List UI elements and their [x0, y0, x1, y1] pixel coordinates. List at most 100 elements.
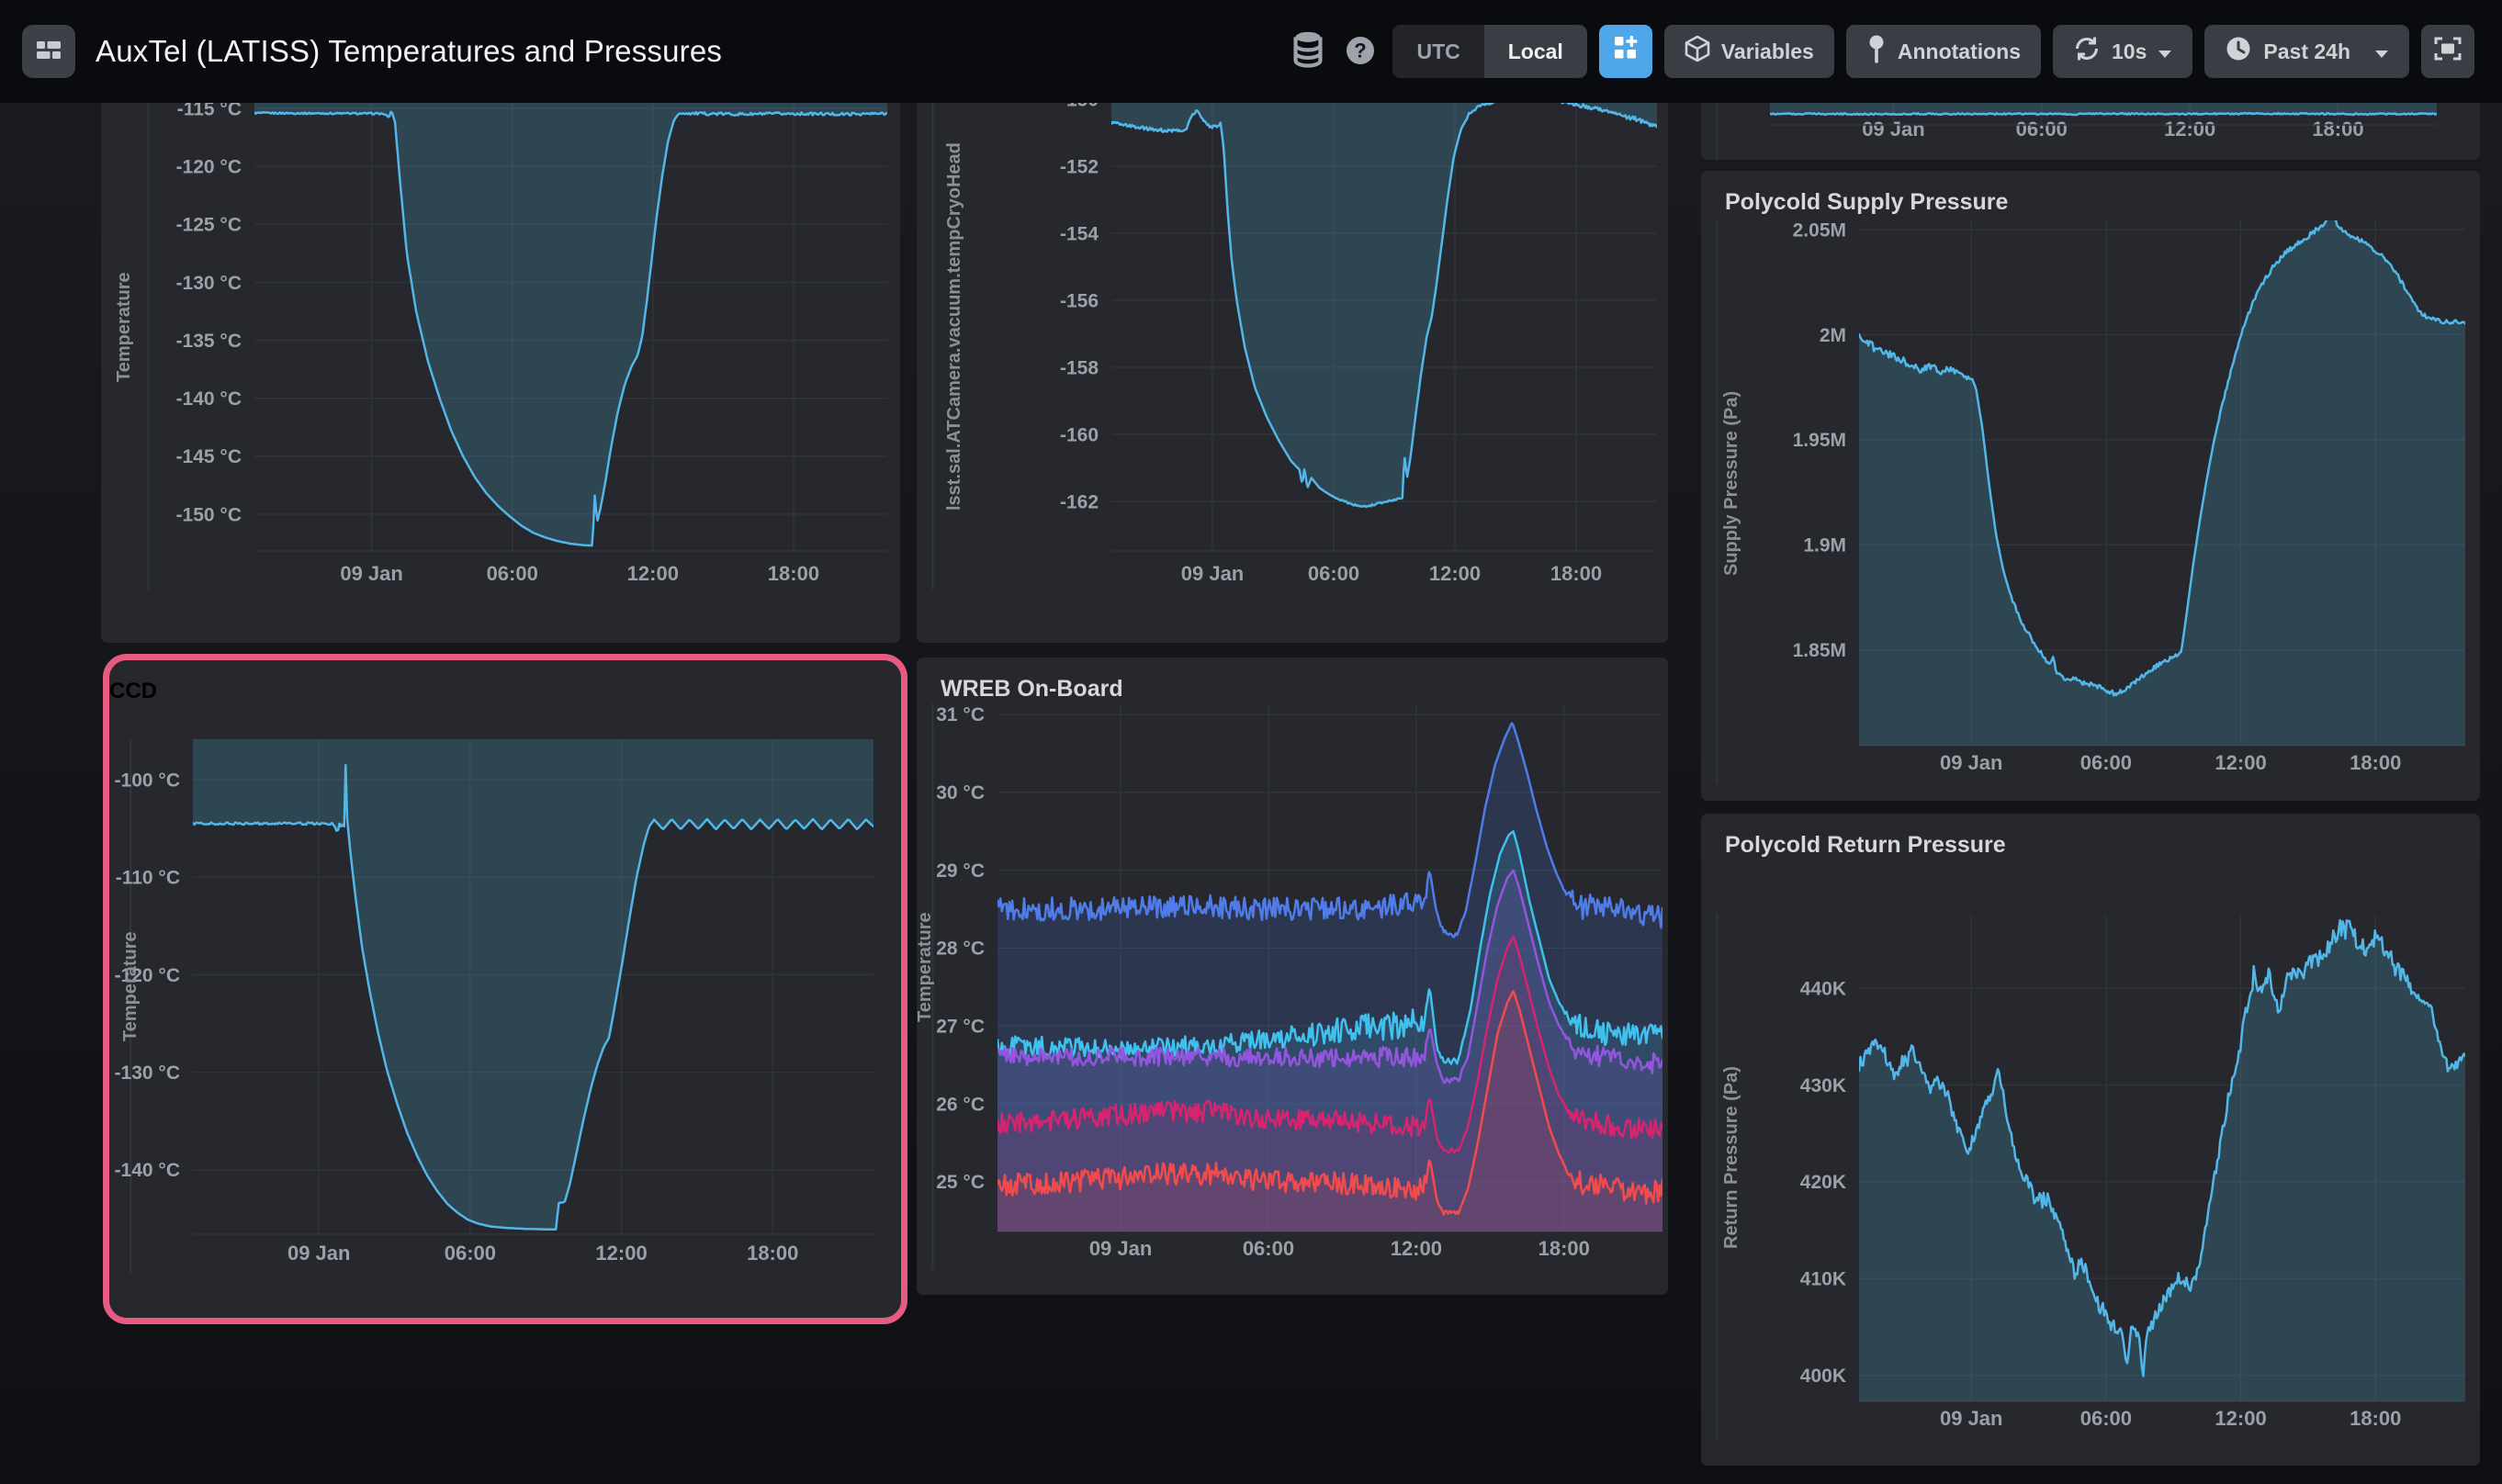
svg-text:-115 °C: -115 °C: [177, 103, 242, 119]
chart-canvas-cryo-temperature[interactable]: -115 °C-120 °C-125 °C-130 °C-135 °C-140 …: [101, 103, 900, 643]
refresh-interval-button[interactable]: 10s: [2053, 25, 2192, 78]
svg-text:-130 °C: -130 °C: [176, 273, 242, 294]
help-icon: ?: [1342, 32, 1379, 72]
panel-polycold-return-pressure[interactable]: Polycold Return Pressure Return Pressure…: [1701, 814, 2480, 1466]
panel-polycold-supply-pressure[interactable]: Polycold Supply Pressure Supply Pressure…: [1701, 171, 2480, 801]
svg-text:12:00: 12:00: [1429, 562, 1481, 585]
variables-label: Variables: [1721, 39, 1814, 64]
panel-clipped-top[interactable]: 09 Jan06:0012:0018:00: [1701, 103, 2480, 160]
svg-text:-156: -156: [1060, 290, 1099, 311]
svg-text:-125 °C: -125 °C: [176, 215, 242, 236]
svg-text:440K: 440K: [1800, 978, 1846, 999]
svg-text:06:00: 06:00: [2016, 118, 2068, 141]
svg-text:12:00: 12:00: [2164, 118, 2215, 141]
clock-icon: [2225, 35, 2252, 68]
svg-text:-158: -158: [1060, 357, 1099, 378]
timezone-utc-button[interactable]: UTC: [1392, 25, 1483, 78]
svg-text:430K: 430K: [1800, 1075, 1846, 1096]
annotations-label: Annotations: [1898, 39, 2021, 64]
svg-text:06:00: 06:00: [445, 1242, 496, 1265]
add-cell-icon: [1611, 34, 1640, 69]
svg-text:18:00: 18:00: [1538, 1237, 1590, 1260]
svg-text:25 °C: 25 °C: [936, 1172, 985, 1193]
chart-canvas-wreb-on-board[interactable]: 31 °C30 °C29 °C28 °C27 °C26 °C25 °C09 Ja…: [917, 658, 1668, 1295]
timezone-toggle: UTC Local: [1392, 25, 1586, 78]
svg-text:06:00: 06:00: [1308, 562, 1359, 585]
chart-canvas-polycold-return-pressure[interactable]: 440K430K420K410K400K09 Jan06:0012:0018:0…: [1701, 814, 2480, 1466]
help-button[interactable]: ?: [1340, 31, 1381, 72]
svg-text:09 Jan: 09 Jan: [1940, 751, 2003, 774]
chart-canvas-ccd[interactable]: -100 °C-110 °C-120 °C-130 °C-140 °C09 Ja…: [109, 660, 901, 1318]
svg-text:1.85M: 1.85M: [1793, 640, 1846, 661]
svg-text:09 Jan: 09 Jan: [1940, 1407, 2003, 1430]
svg-text:1.9M: 1.9M: [1803, 535, 1846, 556]
svg-text:27 °C: 27 °C: [936, 1016, 985, 1037]
svg-text:18:00: 18:00: [747, 1242, 798, 1265]
svg-text:-100 °C: -100 °C: [115, 770, 180, 791]
svg-text:420K: 420K: [1800, 1172, 1846, 1193]
header-toolbar: AuxTel (LATISS) Temperatures and Pressur…: [0, 0, 2502, 103]
dashboards-nav-button[interactable]: [22, 25, 75, 78]
svg-text:29 °C: 29 °C: [936, 860, 985, 882]
time-range-label: Past 24h: [2263, 39, 2350, 64]
svg-text:-160: -160: [1060, 424, 1099, 445]
presentation-mode-icon: [2433, 35, 2463, 68]
chart-canvas-polycold-supply-pressure[interactable]: 2.05M 2M 1.95M 1.9M 1.85M 09 Jan 06:00 12:00 18:…: [1701, 171, 2480, 801]
svg-text:-162: -162: [1060, 491, 1099, 512]
annotation-pin-icon: [1866, 34, 1887, 69]
chart-canvas-temp-cryo-head[interactable]: -150 -152 -154 -156 -158 -160 -162 09 Jan 06:00 1…: [917, 103, 1668, 643]
svg-text:-152: -152: [1060, 156, 1099, 177]
svg-text:-135 °C: -135 °C: [176, 331, 242, 352]
cube-icon: [1685, 35, 1710, 68]
caret-down-icon: [2374, 39, 2389, 64]
svg-text:18:00: 18:00: [1550, 562, 1602, 585]
svg-text:26 °C: 26 °C: [936, 1094, 985, 1115]
refresh-icon: [2073, 35, 2101, 68]
variables-button[interactable]: Variables: [1664, 25, 1834, 78]
sources-button[interactable]: [1288, 31, 1328, 72]
svg-text:-150: -150: [1060, 103, 1099, 110]
panel-title: Polycold Supply Pressure: [1725, 189, 2008, 216]
dashboard-title: AuxTel (LATISS) Temperatures and Pressur…: [96, 34, 1288, 69]
svg-text:28 °C: 28 °C: [936, 939, 985, 960]
svg-text:?: ?: [1355, 39, 1367, 62]
svg-text:12:00: 12:00: [2215, 751, 2266, 774]
svg-text:-154: -154: [1060, 223, 1099, 244]
svg-text:12:00: 12:00: [627, 562, 679, 585]
refresh-interval-label: 10s: [2112, 39, 2147, 64]
time-range-button[interactable]: Past 24h: [2204, 25, 2409, 78]
svg-text:1.95M: 1.95M: [1793, 430, 1846, 451]
svg-text:-145 °C: -145 °C: [176, 446, 242, 467]
svg-text:12:00: 12:00: [2215, 1407, 2266, 1430]
caret-down-icon: [2158, 39, 2172, 64]
database-icon: [1290, 30, 1325, 73]
timezone-local-button[interactable]: Local: [1484, 25, 1587, 78]
svg-text:410K: 410K: [1800, 1269, 1846, 1290]
panel-wreb-on-board[interactable]: WREB On-Board Temperature 31 °C30 °C29 °…: [917, 658, 1668, 1295]
svg-text:18:00: 18:00: [768, 562, 819, 585]
svg-text:-150 °C: -150 °C: [176, 504, 242, 525]
svg-text:09 Jan: 09 Jan: [1181, 562, 1245, 585]
svg-text:18:00: 18:00: [2350, 751, 2401, 774]
svg-text:06:00: 06:00: [2080, 751, 2132, 774]
annotations-button[interactable]: Annotations: [1846, 25, 2041, 78]
svg-text:06:00: 06:00: [2080, 1407, 2132, 1430]
svg-text:-140 °C: -140 °C: [115, 1160, 180, 1181]
svg-text:12:00: 12:00: [1391, 1237, 1442, 1260]
svg-text:31 °C: 31 °C: [936, 704, 985, 725]
panel-ccd-highlight-border[interactable]: CCD Temperature -100 °C-110 °C-120 °C-13…: [103, 654, 907, 1324]
dashboard-grid-icon: [33, 35, 64, 69]
panel-cryo-temperature[interactable]: Temperature -115 °C-120 °C-125 °C-130 °C…: [101, 103, 900, 643]
svg-text:09 Jan: 09 Jan: [287, 1242, 351, 1265]
add-cell-button[interactable]: [1599, 25, 1652, 78]
svg-text:2M: 2M: [1820, 325, 1846, 346]
panel-title: WREB On-Board: [941, 676, 1123, 703]
panel-temp-cryo-head[interactable]: lsst.sal.ATCamera.vacuum.tempCryoHead -1…: [917, 103, 1668, 643]
svg-text:2.05M: 2.05M: [1793, 219, 1846, 241]
presentation-mode-button[interactable]: [2421, 25, 2474, 78]
header-actions: ? UTC Local: [1288, 25, 2474, 78]
svg-text:-110 °C: -110 °C: [116, 868, 180, 889]
svg-text:12:00: 12:00: [595, 1242, 647, 1265]
chart-canvas-clipped-top[interactable]: 09 Jan06:0012:0018:00: [1701, 103, 2480, 160]
svg-text:400K: 400K: [1800, 1366, 1846, 1387]
